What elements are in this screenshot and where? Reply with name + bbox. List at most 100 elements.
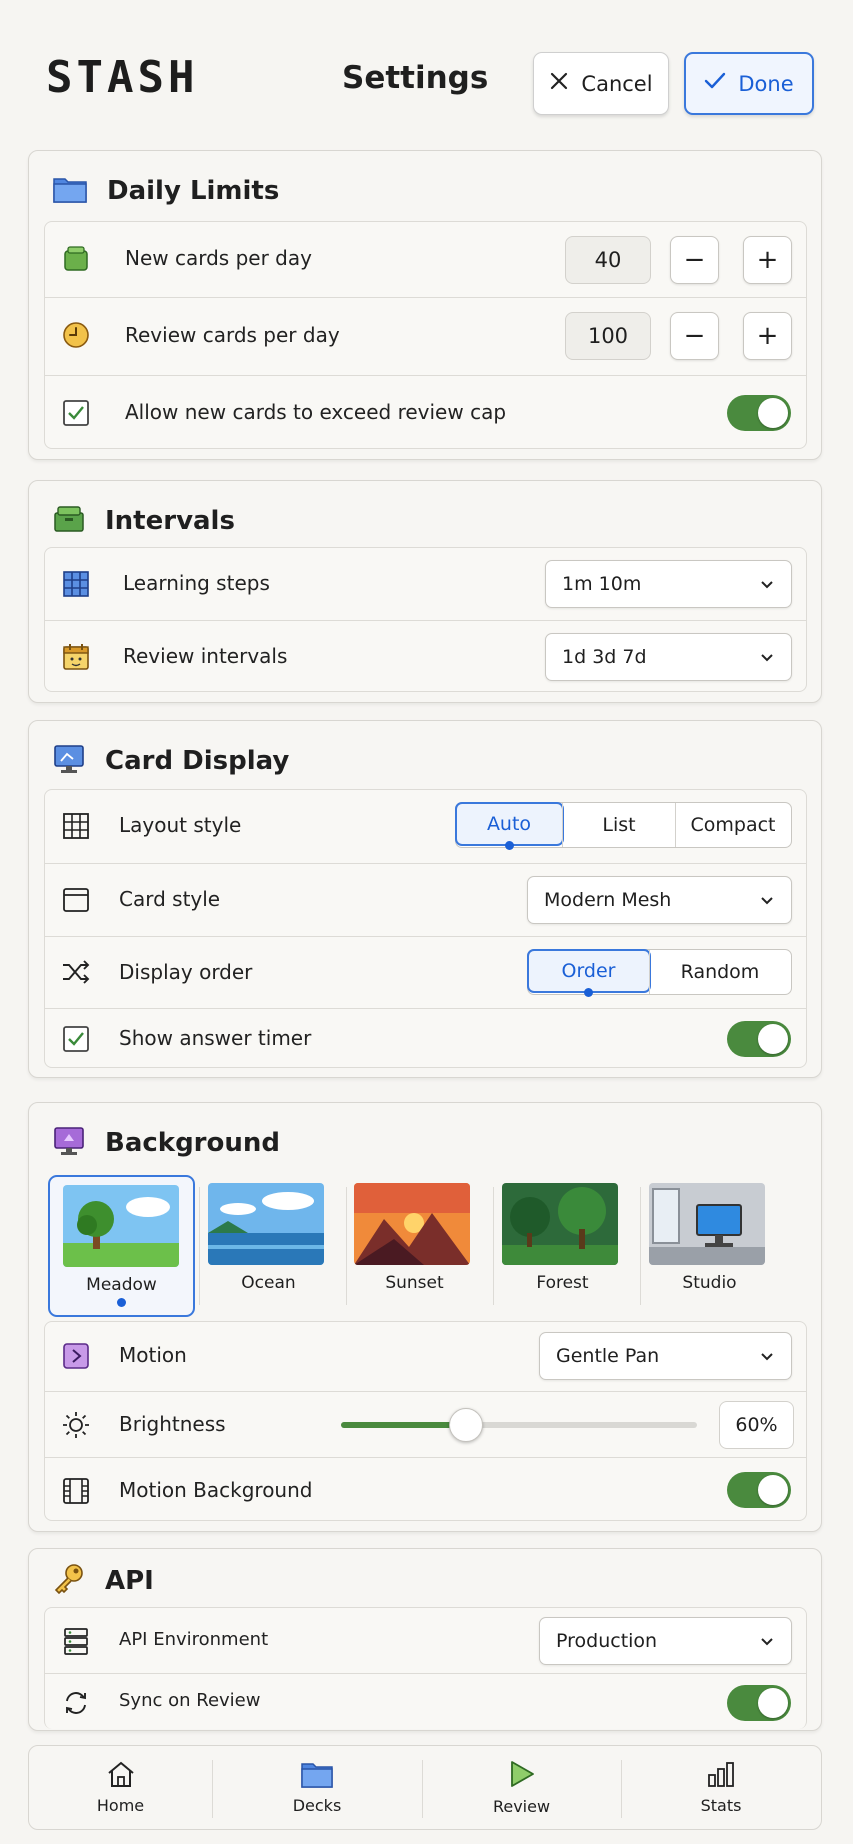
- chevron-down-icon: [759, 649, 775, 671]
- learning-steps-select[interactable]: 1m 10m: [545, 560, 792, 608]
- cancel-button[interactable]: Cancel: [533, 52, 669, 115]
- checkbox-icon[interactable]: [61, 1024, 91, 1054]
- card-display-title: Card Display: [105, 746, 290, 776]
- review-cards-row: Review cards per day 100 − +: [45, 297, 806, 375]
- nav-decks[interactable]: Decks: [212, 1746, 422, 1829]
- background-thumb-sunset[interactable]: Sunset: [341, 1175, 488, 1317]
- card-style-select[interactable]: Modern Mesh: [527, 876, 792, 924]
- motion-background-toggle[interactable]: [727, 1472, 791, 1508]
- chevron-down-icon: [759, 576, 775, 598]
- nav-decks-label: Decks: [292, 1796, 342, 1815]
- sync-icon: [61, 1688, 91, 1718]
- motion-select[interactable]: Gentle Pan: [539, 1332, 792, 1380]
- api-environment-label: API Environment: [119, 1629, 269, 1650]
- display-order-label: Display order: [119, 960, 253, 984]
- background-thumb-studio[interactable]: Studio: [636, 1175, 783, 1317]
- nav-review[interactable]: Review: [422, 1746, 621, 1829]
- exceed-review-cap-toggle[interactable]: [727, 395, 791, 431]
- api-title: API: [105, 1566, 154, 1596]
- learning-steps-row: Learning steps 1m 10m: [45, 548, 806, 620]
- bottom-nav: Home Decks Review Stats: [28, 1745, 822, 1830]
- layout-option-list[interactable]: List: [562, 803, 675, 847]
- new-cards-row: New cards per day 40 − +: [45, 222, 806, 297]
- clock-icon: [61, 320, 91, 350]
- header: STASH Settings Cancel Done: [0, 0, 853, 140]
- layout-option-compact[interactable]: Compact: [675, 803, 790, 847]
- api-environment-select[interactable]: Production: [539, 1617, 792, 1665]
- sun-icon: [61, 1410, 91, 1440]
- thumb-label-studio: Studio: [682, 1273, 737, 1293]
- exceed-review-cap-label: Allow new cards to exceed review cap: [125, 400, 507, 424]
- table-grid-icon: [61, 811, 91, 841]
- motion-row: Motion Gentle Pan: [45, 1322, 806, 1391]
- sync-on-review-row: Sync on Review: [45, 1673, 806, 1730]
- review-intervals-label: Review intervals: [123, 644, 288, 668]
- motion-label: Motion: [119, 1343, 187, 1367]
- chevron-down-icon: [759, 1348, 775, 1370]
- folder-icon: [301, 1760, 333, 1792]
- done-label: Done: [738, 71, 794, 96]
- intervals-title: Intervals: [105, 506, 235, 536]
- order-option-order[interactable]: Order: [526, 948, 651, 997]
- background-thumb-ocean[interactable]: Ocean: [195, 1175, 342, 1317]
- check-icon: [704, 71, 726, 96]
- thumb-label-sunset: Sunset: [385, 1273, 444, 1293]
- review-cards-value[interactable]: 100: [565, 312, 651, 360]
- review-cards-decrement-button[interactable]: −: [670, 312, 719, 360]
- app-logo: STASH: [46, 52, 199, 103]
- brightness-row: Brightness 60%: [45, 1391, 806, 1457]
- nav-review-label: Review: [492, 1797, 551, 1816]
- api-environment-row: API Environment Production: [45, 1608, 806, 1673]
- daily-limits-section: Daily Limits New cards per day 40 − + Re…: [28, 150, 822, 460]
- play-box-icon: [61, 1341, 91, 1371]
- motion-background-label: Motion Background: [119, 1478, 313, 1502]
- layout-style-label: Layout style: [119, 813, 242, 837]
- brightness-label: Brightness: [119, 1412, 226, 1436]
- exceed-review-cap-row: Allow new cards to exceed review cap: [45, 375, 806, 450]
- daily-limits-title: Daily Limits: [107, 176, 280, 206]
- bar-chart-icon: [706, 1760, 736, 1792]
- grid-icon: [61, 569, 91, 599]
- background-thumb-meadow[interactable]: Meadow: [48, 1175, 195, 1317]
- done-button[interactable]: Done: [684, 52, 814, 115]
- learning-steps-label: Learning steps: [123, 571, 270, 595]
- api-section: API API Environment Production Sync on R…: [28, 1548, 822, 1731]
- close-icon: [549, 71, 569, 96]
- review-intervals-select[interactable]: 1d 3d 7d: [545, 633, 792, 681]
- background-thumbnails: Meadow Ocean Sunset Forest Studio: [44, 1175, 807, 1317]
- new-cards-decrement-button[interactable]: −: [670, 236, 719, 284]
- home-icon: [106, 1760, 136, 1792]
- nav-home[interactable]: Home: [29, 1746, 212, 1829]
- review-cards-increment-button[interactable]: +: [743, 312, 792, 360]
- chevron-down-icon: [759, 892, 775, 914]
- answer-timer-toggle[interactable]: [727, 1021, 791, 1057]
- layout-option-auto[interactable]: Auto: [454, 801, 564, 850]
- settings-screen: STASH Settings Cancel Done Daily Limits: [0, 0, 853, 1844]
- thumb-label-forest: Forest: [536, 1273, 589, 1293]
- calendar-icon: [61, 642, 91, 672]
- monitor-icon: [53, 743, 85, 779]
- background-thumb-forest[interactable]: Forest: [489, 1175, 636, 1317]
- new-cards-increment-button[interactable]: +: [743, 236, 792, 284]
- chevron-down-icon: [759, 1633, 775, 1655]
- new-cards-value[interactable]: 40: [565, 236, 651, 284]
- checkbox-icon[interactable]: [61, 398, 91, 428]
- nav-stats-label: Stats: [700, 1796, 742, 1815]
- sync-on-review-toggle[interactable]: [727, 1685, 791, 1721]
- nav-stats[interactable]: Stats: [621, 1746, 821, 1829]
- sync-on-review-label: Sync on Review: [119, 1690, 261, 1711]
- thumb-label-meadow: Meadow: [86, 1275, 157, 1295]
- brightness-slider[interactable]: [341, 1392, 697, 1458]
- answer-timer-label: Show answer timer: [119, 1026, 312, 1050]
- display-order-segmented: Order Random: [526, 948, 792, 997]
- brightness-value[interactable]: 60%: [719, 1401, 794, 1449]
- order-option-random[interactable]: Random: [649, 950, 790, 994]
- film-icon: [61, 1476, 91, 1506]
- shuffle-icon: [61, 957, 91, 987]
- page-title: Settings: [342, 60, 489, 96]
- card-style-row: Card style Modern Mesh: [45, 863, 806, 936]
- sunset-image: [354, 1183, 470, 1265]
- server-icon: [61, 1626, 91, 1656]
- folder-icon: [53, 175, 87, 207]
- nav-home-label: Home: [96, 1796, 145, 1815]
